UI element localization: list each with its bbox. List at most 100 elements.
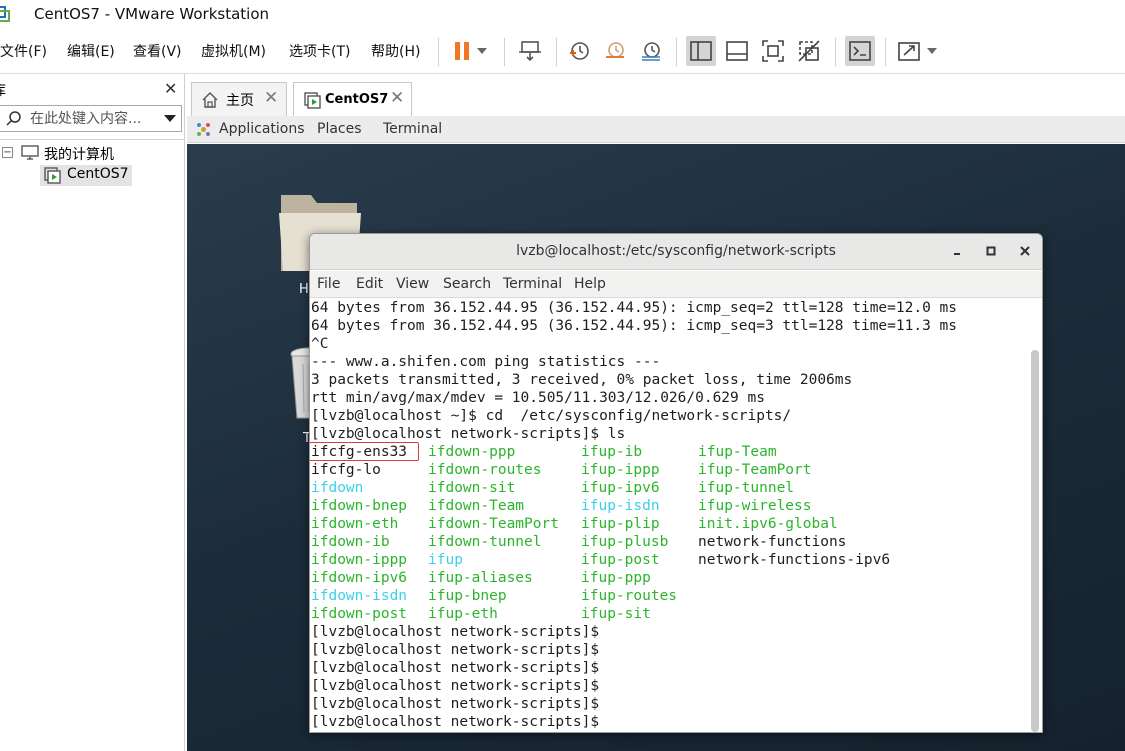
terminal-menu-search[interactable]: Search xyxy=(443,276,491,292)
thumbnail-view-button[interactable] xyxy=(722,36,752,66)
unity-button[interactable] xyxy=(794,36,824,66)
file-entry: ifdown-isdn xyxy=(311,588,408,604)
vm-icon xyxy=(304,92,321,109)
menu-help[interactable]: 帮助(H) xyxy=(371,41,420,61)
take-snapshot-button[interactable] xyxy=(564,36,594,66)
maximize-button[interactable] xyxy=(982,242,1000,260)
tree-item-label: CentOS7 xyxy=(67,166,129,182)
menu-edit[interactable]: 编辑(E) xyxy=(67,41,115,61)
terminal-window[interactable]: lvzb@localhost:/etc/sysconfig/network-sc… xyxy=(309,233,1043,733)
revert-snapshot-button[interactable] xyxy=(600,36,630,66)
file-entry: ifdown-TeamPort xyxy=(428,516,559,532)
search-input[interactable] xyxy=(30,108,158,129)
library-sidebar: 库 ✕ − 我的计算机 CentOS7 xyxy=(0,74,185,751)
fullscreen-button[interactable] xyxy=(758,36,788,66)
power-dropdown-button[interactable] xyxy=(472,36,492,66)
file-entry: ifup-ippp xyxy=(581,462,660,478)
chevron-down-icon[interactable] xyxy=(164,115,176,122)
toolbar-divider xyxy=(556,38,557,66)
file-entry: ifdown-ipv6 xyxy=(311,570,408,586)
stretch-guest-button[interactable] xyxy=(894,36,924,66)
chevron-down-icon xyxy=(477,48,487,54)
gnome-menu-applications[interactable]: Applications xyxy=(219,121,305,137)
terminal-titlebar[interactable]: lvzb@localhost:/etc/sysconfig/network-sc… xyxy=(310,234,1042,270)
menu-vm[interactable]: 虚拟机(M) xyxy=(201,41,266,61)
tab-centos7[interactable]: CentOS7 ✕ xyxy=(293,82,412,116)
library-view-button[interactable] xyxy=(686,36,716,66)
snapshot-icon xyxy=(570,42,589,60)
guest-desktop[interactable]: H T lvzb@localhost:/etc/sysconfig/networ… xyxy=(187,144,1125,751)
unity-icon xyxy=(798,40,820,62)
tab-home[interactable]: 主页 ✕ xyxy=(191,82,287,116)
window-title: CentOS7 - VMware Workstation xyxy=(34,5,270,23)
terminal-prompt-line: [lvzb@localhost network-scripts]$ xyxy=(311,678,600,694)
file-entry: network-functions-ipv6 xyxy=(698,552,891,568)
file-entry: ifup-plusb xyxy=(581,534,669,550)
console-view-button[interactable] xyxy=(845,36,875,66)
terminal-prompt-line: [lvzb@localhost network-scripts]$ xyxy=(311,660,600,676)
tree-item-centos7[interactable]: CentOS7 xyxy=(40,165,132,186)
file-entry: ifup-post xyxy=(581,552,660,568)
ls-output-row: ifdown-bnep ifdown-Team ifup-isdn ifup-wire… xyxy=(311,497,1026,515)
ls-output-row: ifdown-ippp ifup ifup-post network-function… xyxy=(311,551,1026,569)
file-entry: ifdown-ib xyxy=(311,534,390,550)
menu-file[interactable]: 文件(F) xyxy=(0,41,47,61)
console-icon xyxy=(849,41,871,61)
terminal-menu-edit[interactable]: Edit xyxy=(356,276,383,292)
scrollbar[interactable] xyxy=(1031,350,1039,732)
terminal-line: [lvzb@localhost ~]$ cd /etc/sysconfig/ne… xyxy=(311,408,792,424)
file-entry: init.ipv6-global xyxy=(698,516,838,532)
toolbar-divider xyxy=(504,38,505,66)
file-entry: ifdown-ppp xyxy=(428,444,516,460)
gnome-menu-places[interactable]: Places xyxy=(317,121,362,137)
terminal-title: lvzb@localhost:/etc/sysconfig/network-sc… xyxy=(516,243,836,259)
snapshot-manager-button[interactable] xyxy=(636,36,666,66)
terminal-output[interactable]: 64 bytes from 36.152.44.95 (36.152.44.95… xyxy=(310,298,1042,732)
file-entry: ifup-wireless xyxy=(698,498,812,514)
minimize-button[interactable] xyxy=(948,242,966,260)
terminal-prompt-line: [lvzb@localhost network-scripts]$ xyxy=(311,624,600,640)
file-entry: ifup-aliases xyxy=(428,570,533,586)
vm-console[interactable]: Applications Places Terminal H T lvzb@lo… xyxy=(187,116,1125,751)
menu-tabs[interactable]: 选项卡(T) xyxy=(289,41,350,61)
close-icon[interactable]: ✕ xyxy=(164,79,177,98)
stretch-dropdown-button[interactable] xyxy=(922,36,942,66)
file-entry: ifup-TeamPort xyxy=(698,462,812,478)
menu-toolbar: 文件(F) 编辑(E) 查看(V) 虚拟机(M) 选项卡(T) 帮助(H) xyxy=(0,30,1125,74)
tree-item-my-computer[interactable]: 我的计算机 xyxy=(44,144,114,164)
file-entry: ifup-routes xyxy=(581,588,678,604)
terminal-menu-terminal[interactable]: Terminal xyxy=(503,276,562,292)
file-entry: ifdown xyxy=(311,480,364,496)
ls-output-row: ifcfg-lo ifdown-routes ifup-ippp ifup-TeamP… xyxy=(311,461,1026,479)
highlight-box xyxy=(310,442,419,461)
file-entry: ifup-ppp xyxy=(581,570,651,586)
close-button[interactable] xyxy=(1016,242,1034,260)
ls-output-row: ifdown-ib ifdown-tunnel ifup-plusb network-… xyxy=(311,533,1026,551)
tree-collapse-toggle[interactable]: − xyxy=(2,147,13,158)
file-entry: ifdown-routes xyxy=(428,462,542,478)
applications-icon xyxy=(197,123,210,136)
terminal-prompt-line: [lvzb@localhost network-scripts]$ xyxy=(311,696,600,712)
file-entry: network-functions xyxy=(698,534,847,550)
close-icon[interactable]: ✕ xyxy=(264,88,278,108)
menu-view[interactable]: 查看(V) xyxy=(133,41,182,61)
ls-output-row: ifdown-ipv6 ifup-aliases ifup-ppp xyxy=(311,569,1026,587)
file-entry: ifdown-post xyxy=(311,606,408,622)
file-entry: ifdown-bnep xyxy=(311,498,408,514)
bottom-panel-icon xyxy=(726,41,748,61)
file-entry: ifup-isdn xyxy=(581,498,660,514)
gnome-menu-terminal[interactable]: Terminal xyxy=(383,121,442,137)
ls-output-row: ifdown ifdown-sit ifup-ipv6 ifup-tunnel xyxy=(311,479,1026,497)
send-ctrl-alt-del-button[interactable] xyxy=(515,36,545,66)
ls-output-row: ifdown-isdn ifup-bnep ifup-routes xyxy=(311,587,1026,605)
terminal-menu-help[interactable]: Help xyxy=(574,276,606,292)
terminal-line: rtt min/avg/max/mdev = 10.505/11.303/12.… xyxy=(311,390,765,406)
terminal-menu-view[interactable]: View xyxy=(396,276,429,292)
tab-bar: 主页 ✕ CentOS7 ✕ xyxy=(186,74,1125,116)
file-entry: ifdown-sit xyxy=(428,480,516,496)
file-entry: ifup-ib xyxy=(581,444,643,460)
file-entry: ifup-sit xyxy=(581,606,651,622)
title-bar: CentOS7 - VMware Workstation xyxy=(0,0,1125,30)
close-icon[interactable]: ✕ xyxy=(390,88,404,108)
terminal-menu-file[interactable]: File xyxy=(317,276,340,292)
